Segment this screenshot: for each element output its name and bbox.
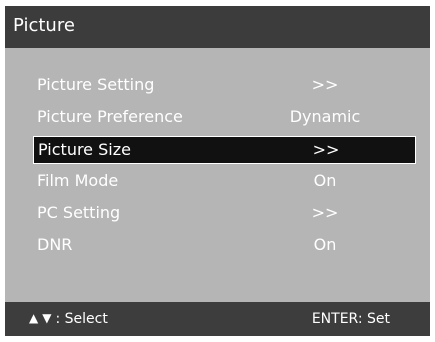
window-title: Picture [13, 15, 75, 36]
picture-menu-window: Picture Picture Setting >> Picture Prefe… [5, 6, 430, 336]
menu-item-dnr[interactable]: DNR On [33, 232, 416, 260]
menu-item-picture-size[interactable]: Picture Size >> [33, 136, 416, 164]
footer-help-bar: ▲ ▼ : Select ENTER: Set [5, 302, 430, 336]
menu-item-value: >> [311, 75, 339, 94]
menu-item-pc-setting[interactable]: PC Setting >> [33, 200, 416, 228]
menu-item-label: Picture Size [38, 140, 131, 159]
menu-item-value: Dynamic [289, 107, 361, 126]
menu-item-picture-setting[interactable]: Picture Setting >> [33, 72, 416, 100]
menu-item-picture-preference[interactable]: Picture Preference Dynamic [33, 104, 416, 132]
menu-item-label: DNR [37, 235, 73, 254]
menu-item-label: Picture Preference [37, 107, 183, 126]
arrow-up-icon: ▲ [29, 311, 39, 325]
menu-item-label: Film Mode [37, 171, 119, 190]
menu-item-film-mode[interactable]: Film Mode On [33, 168, 416, 196]
title-bar: Picture [5, 6, 430, 48]
menu-panel: Picture Setting >> Picture Preference Dy… [5, 48, 430, 302]
menu-item-label: PC Setting [37, 203, 121, 222]
menu-item-value: >> [311, 203, 339, 222]
arrow-down-icon: ▼ [42, 311, 52, 325]
menu-item-value: On [313, 171, 337, 190]
select-help: ▲ ▼ : Select [29, 310, 108, 328]
menu-item-value: On [313, 235, 337, 254]
select-help-text: : Select [55, 311, 108, 327]
menu-item-value: >> [312, 140, 340, 159]
menu-item-label: Picture Setting [37, 75, 155, 94]
enter-help-text: ENTER: Set [311, 311, 390, 327]
